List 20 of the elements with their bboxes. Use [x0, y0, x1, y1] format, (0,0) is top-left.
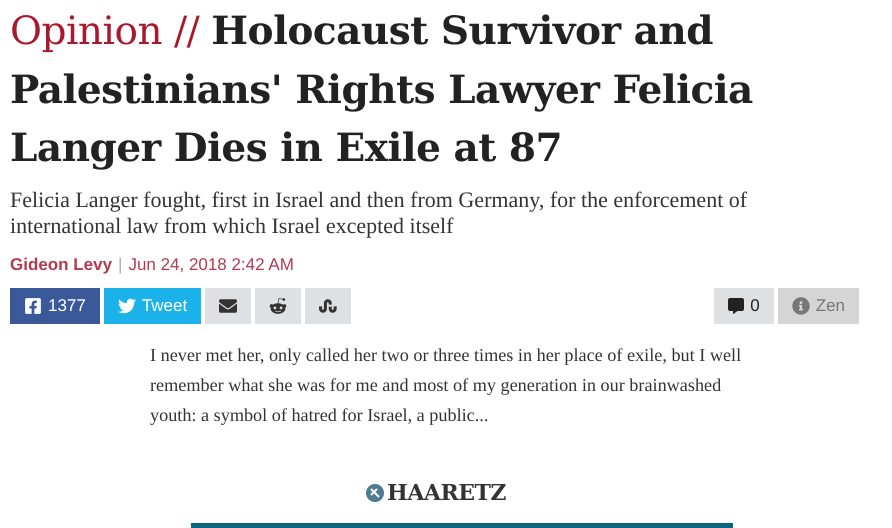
author-link[interactable]: Gideon Levy: [10, 255, 112, 275]
speech-bubble-icon: [728, 298, 744, 314]
reddit-share-button[interactable]: [255, 288, 302, 324]
article-headline: Opinion // Holocaust Survivor and Palestinians' Rights Lawyer Felicia Langer Dies in Exile at 87: [10, 7, 754, 173]
comments-button[interactable]: 0: [714, 288, 774, 324]
alien-icon: [269, 297, 288, 315]
article-subtitle: Felicia Langer fought, first in Israel and then from Germany, for the enforcement of international law from which Israel excepted itself: [10, 187, 748, 239]
stumbleupon-share-button[interactable]: [305, 288, 352, 324]
info-icon: [792, 297, 810, 315]
byline-separator: |: [118, 255, 122, 275]
publish-date: Jun 24, 2018 2:42 AM: [128, 255, 294, 275]
haaretz-logo: HAARETZ: [387, 480, 506, 506]
facebook-icon: [24, 297, 42, 315]
stumbleupon-icon: [319, 297, 338, 315]
email-share-button[interactable]: [205, 288, 252, 324]
article-excerpt: I never met her, only called her two or three times in her place of exile, but I well remember what she was for me and most of my generation in our brainwashed youth: a symbol of hatred for Israel, a public...: [150, 344, 742, 427]
bird-icon: [118, 297, 136, 315]
envelope-icon: [219, 297, 238, 315]
logo-icon: [366, 484, 384, 502]
facebook-share-button[interactable]: 1377: [10, 288, 100, 324]
